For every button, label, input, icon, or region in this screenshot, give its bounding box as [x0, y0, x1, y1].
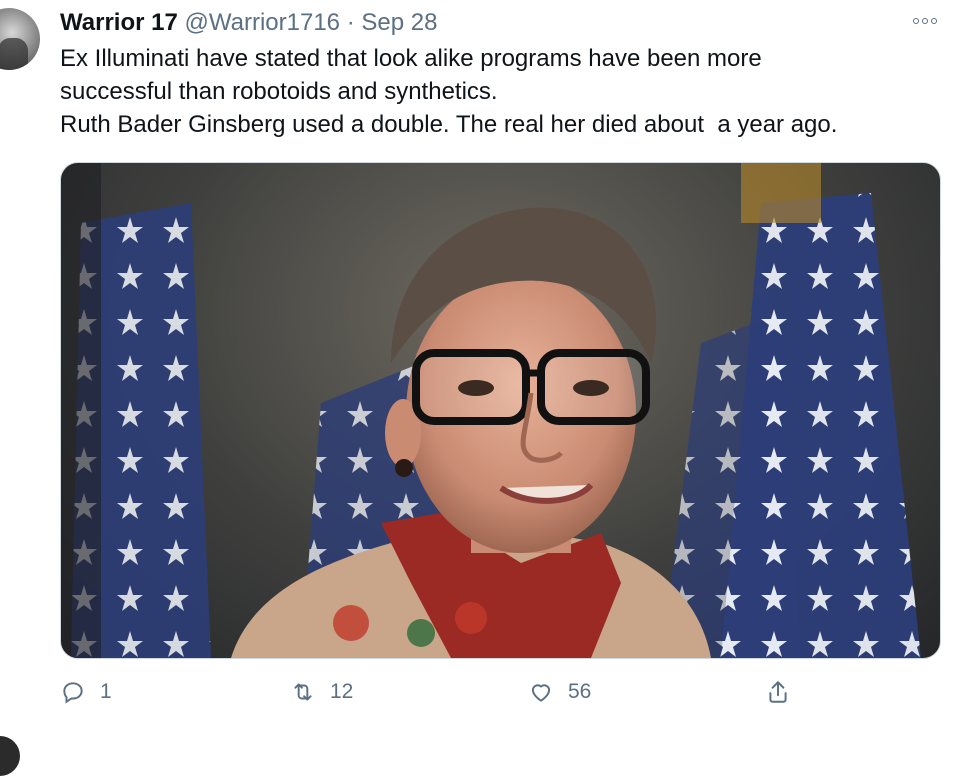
tweet-text-line: successful than robotoids and synthetics… — [60, 78, 498, 105]
user-avatar[interactable] — [0, 8, 40, 70]
display-name[interactable]: Warrior 17 — [60, 9, 178, 36]
tweet-actions: 1 12 56 — [60, 672, 940, 712]
reply-button[interactable]: 1 — [60, 672, 112, 712]
tweet-text: Ex Illuminati have stated that look alik… — [60, 42, 940, 141]
user-handle[interactable]: @Warrior1716 — [185, 9, 341, 36]
next-tweet-avatar[interactable] — [0, 736, 20, 776]
heart-icon — [531, 684, 551, 702]
reply-count: 1 — [100, 680, 112, 703]
tweet-text-line: Ex Illuminati have stated that look alik… — [60, 45, 762, 72]
retweet-icon — [294, 683, 312, 701]
photo-illustration — [61, 163, 921, 658]
separator-dot: · — [346, 9, 355, 36]
tweet-header: Warrior 17 @Warrior1716 · Sep 28 — [60, 8, 437, 38]
more-options-icon[interactable] — [910, 12, 940, 30]
share-icon — [769, 681, 787, 703]
reply-icon — [63, 682, 83, 704]
retweet-button[interactable]: 12 — [290, 672, 353, 712]
retweet-count: 12 — [330, 680, 354, 703]
share-button[interactable] — [765, 672, 791, 712]
tweet-date[interactable]: Sep 28 — [361, 9, 437, 36]
like-count: 56 — [568, 680, 592, 703]
tweet-photo[interactable] — [60, 162, 941, 659]
tweet-text-line: Ruth Bader Ginsberg used a double. The r… — [60, 111, 838, 138]
like-button[interactable]: 56 — [528, 672, 591, 712]
